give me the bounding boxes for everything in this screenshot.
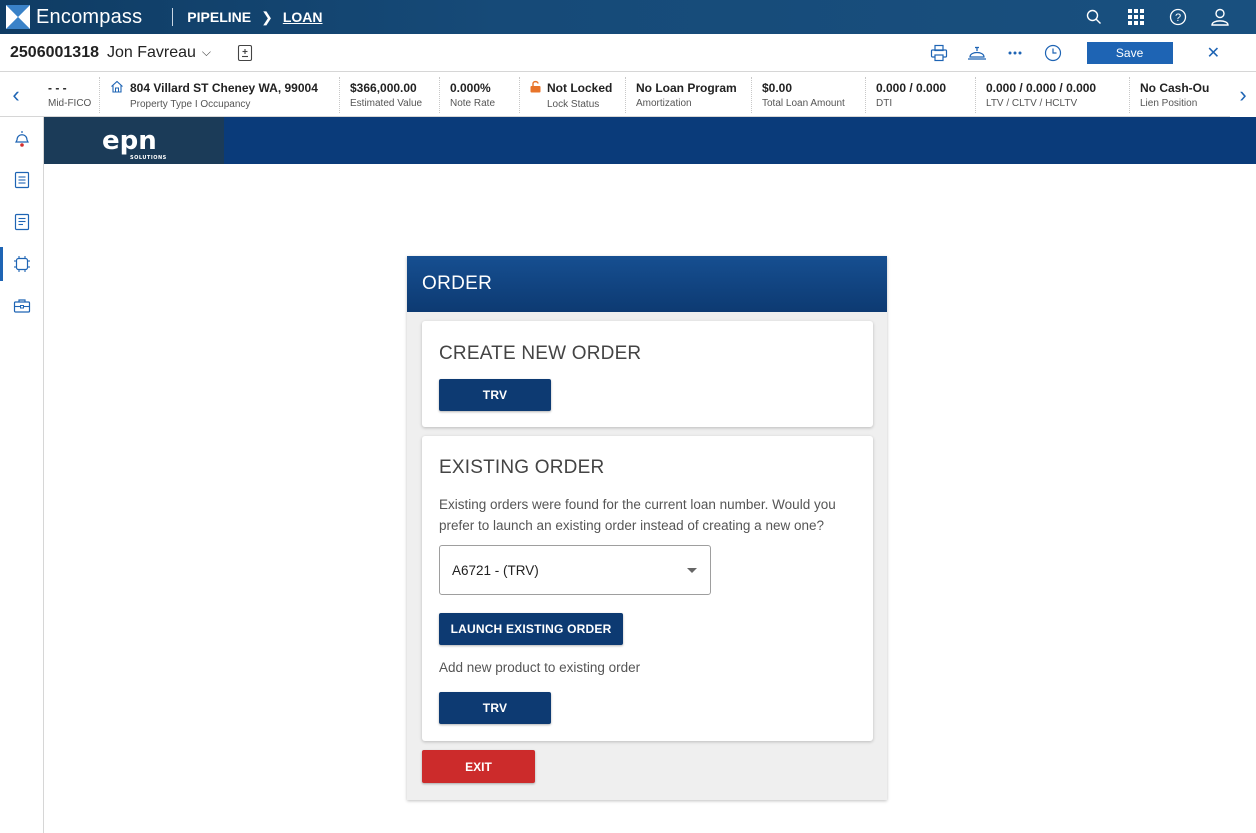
epn-banner: epn SOLUTIONS	[44, 117, 1256, 164]
order-title: ORDER	[407, 256, 887, 312]
launch-existing-order-button[interactable]: LAUNCH EXISTING ORDER	[439, 613, 623, 645]
dti-value: 0.000 / 0.000	[876, 80, 947, 95]
info-mid-fico: - - - Mid-FICO	[32, 76, 100, 113]
borrower-document-icon[interactable]	[237, 44, 253, 62]
ltv-value: 0.000 / 0.000 / 0.000	[986, 80, 1097, 95]
svg-text:?: ?	[1175, 12, 1181, 24]
existing-order-card: EXISTING ORDER Existing orders were foun…	[422, 436, 873, 741]
note-rate-value: 0.000%	[450, 80, 491, 95]
borrower-name[interactable]: Jon Favreau	[107, 44, 196, 62]
note-rate-label: Note Rate	[450, 97, 496, 109]
chevron-down-icon[interactable]: ⌵	[202, 45, 211, 60]
lock-status-label: Lock Status	[547, 98, 600, 110]
encompass-logo-icon	[6, 5, 30, 29]
mid-fico-value: - - -	[48, 80, 67, 95]
info-amortization: No Loan Program Amortization	[626, 76, 752, 113]
user-icon[interactable]	[1210, 7, 1230, 27]
nav-loan[interactable]: LOAN	[283, 9, 323, 25]
house-icon	[110, 80, 124, 96]
scroll-right-icon[interactable]: ›	[1230, 73, 1256, 117]
loan-program-value: No Loan Program	[636, 80, 737, 95]
lien-position-label: Lien Position	[1140, 97, 1198, 109]
documents-icon[interactable]	[0, 201, 44, 243]
info-total-loan-amount: $0.00 Total Loan Amount	[752, 76, 866, 113]
loan-header: 2506001318 Jon Favreau ⌵ Save ✕	[0, 34, 1256, 72]
info-note-rate: 0.000% Note Rate	[440, 76, 520, 113]
forms-icon[interactable]	[0, 159, 44, 201]
nav-divider	[172, 8, 174, 26]
top-bar: Encompass PIPELINE ❯ LOAN ?	[0, 0, 1256, 34]
add-trv-product-button[interactable]: TRV	[439, 692, 551, 724]
service-bell-icon[interactable]	[967, 43, 987, 63]
print-icon[interactable]	[929, 43, 949, 63]
info-dti: 0.000 / 0.000 DTI	[866, 76, 976, 113]
dropdown-arrow-icon[interactable]	[687, 568, 697, 573]
close-icon[interactable]: ✕	[1207, 43, 1220, 63]
selected-order-value: A6721 - (TRV)	[452, 562, 539, 578]
services-chip-icon[interactable]	[0, 243, 44, 285]
total-loan-amount-label: Total Loan Amount	[762, 97, 845, 109]
existing-order-message: Existing orders were found for the curre…	[439, 497, 836, 533]
chevron-right-icon: ❯	[261, 8, 273, 25]
more-options-icon[interactable]	[1005, 43, 1025, 63]
history-clock-icon[interactable]	[1043, 43, 1063, 63]
dti-label: DTI	[876, 97, 893, 109]
loan-info-strip: ‹ - - - Mid-FICO 804 Villard ST Cheney W…	[0, 73, 1256, 117]
create-trv-button[interactable]: TRV	[439, 379, 551, 411]
existing-order-title: EXISTING ORDER	[439, 457, 605, 478]
epn-logo-text: epn	[102, 125, 157, 156]
nav-pipeline[interactable]: PIPELINE	[187, 9, 251, 25]
app-name: Encompass	[36, 5, 143, 28]
estimated-value: $366,000.00	[350, 80, 417, 95]
estimated-value-label: Estimated Value	[350, 97, 423, 109]
info-property: 804 Villard ST Cheney WA, 99004 Property…	[100, 76, 340, 113]
save-button[interactable]: Save	[1086, 42, 1173, 64]
create-new-order-card: CREATE NEW ORDER TRV	[422, 321, 873, 427]
search-icon[interactable]	[1084, 7, 1104, 27]
lock-status-value: Not Locked	[547, 80, 613, 95]
mid-fico-label: Mid-FICO	[48, 97, 92, 109]
toolbox-icon[interactable]	[0, 285, 44, 327]
total-loan-amount-value: $0.00	[762, 80, 793, 95]
info-lien-position: No Cash-Ou Lien Position	[1130, 77, 1230, 113]
amortization-label: Amortization	[636, 97, 692, 109]
info-ltv: 0.000 / 0.000 / 0.000 LTV / CLTV / HCLTV	[976, 76, 1130, 113]
epn-logo: epn SOLUTIONS	[44, 117, 224, 164]
apps-grid-icon[interactable]	[1126, 7, 1146, 27]
property-address: 804 Villard ST Cheney WA, 99004	[130, 80, 318, 95]
order-dialog: ORDER CREATE NEW ORDER TRV EXISTING ORDE…	[407, 256, 887, 800]
left-rail	[0, 117, 44, 833]
exit-button[interactable]: EXIT	[422, 750, 535, 783]
unlocked-padlock-icon	[530, 80, 541, 96]
existing-order-select[interactable]: A6721 - (TRV)	[439, 545, 711, 595]
help-icon[interactable]: ?	[1168, 7, 1188, 27]
property-label: Property Type I Occupancy	[130, 98, 251, 110]
create-new-order-title: CREATE NEW ORDER	[439, 343, 642, 364]
add-product-text: Add new product to existing order	[439, 660, 641, 675]
scroll-left-icon[interactable]: ‹	[0, 73, 32, 117]
alerts-bell-icon[interactable]	[0, 117, 44, 159]
cash-out-value: No Cash-Ou	[1140, 80, 1210, 95]
loan-number: 2506001318	[10, 43, 99, 61]
info-lock-status: Not Locked Lock Status	[520, 76, 626, 113]
info-estimated-value: $366,000.00 Estimated Value	[340, 76, 440, 113]
epn-logo-subtext: SOLUTIONS	[130, 154, 167, 161]
ltv-label: LTV / CLTV / HCLTV	[986, 97, 1078, 109]
